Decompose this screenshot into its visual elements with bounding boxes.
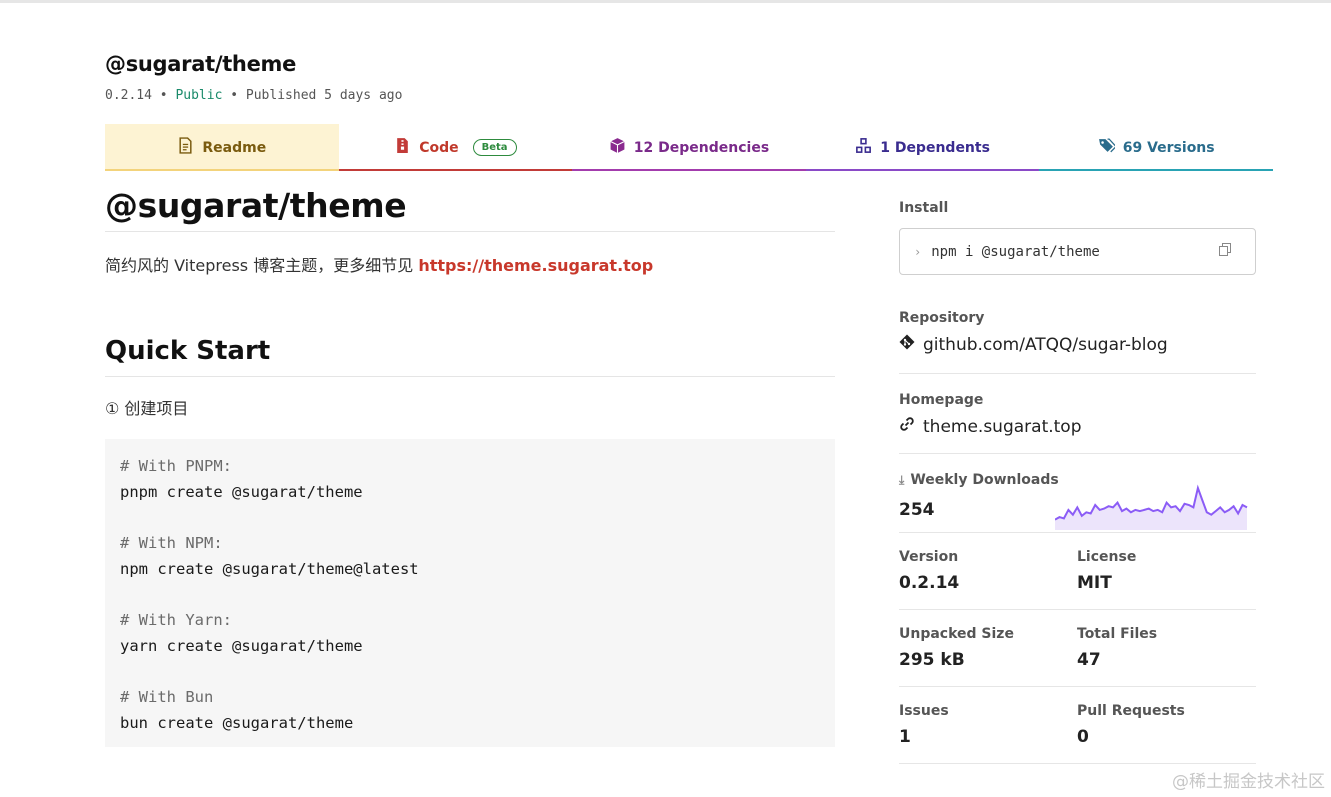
code-comment: # With NPM: (120, 534, 223, 552)
step-create-project: ① 创建项目 (105, 399, 189, 418)
stat-pull-requests[interactable]: Pull Requests 0 (1077, 703, 1255, 747)
stat-value: 0 (1077, 727, 1089, 747)
downloads-label: Weekly Downloads (910, 472, 1059, 488)
homepage-section: Homepage theme.sugarat.top (899, 392, 1256, 454)
git-icon (899, 334, 915, 355)
readme-content: @sugarat/theme 简约风的 Vitepress 博客主题，更多细节见… (105, 186, 835, 747)
boxes-icon (855, 137, 872, 158)
downloads-sparkline (1055, 484, 1248, 530)
package-tabs: Readme Code Beta 12 Dependencies 1 Depen… (105, 124, 1273, 171)
stat-label: Pull Requests (1077, 703, 1185, 719)
code-command: yarn create @sugarat/theme (120, 637, 363, 655)
stat-label: Version (899, 549, 959, 565)
homepage-link-row[interactable]: theme.sugarat.top (899, 416, 1256, 437)
tab-dependents[interactable]: 1 Dependents (805, 124, 1040, 171)
top-border (0, 0, 1331, 3)
stat-value: 47 (1077, 650, 1101, 670)
quick-start-heading: Quick Start (105, 336, 835, 377)
tab-dependencies-label: 12 Dependencies (633, 139, 770, 156)
stat-value: 0.2.14 (899, 573, 960, 593)
watermark: @稀土掘金技术社区 (1172, 772, 1325, 792)
link-icon (899, 416, 915, 437)
meta-separator: • (159, 88, 168, 103)
tab-code[interactable]: Code Beta (338, 124, 573, 171)
stat-version: Version 0.2.14 (899, 549, 1077, 593)
readme-title: @sugarat/theme (105, 186, 835, 232)
sidebar: Install › npm i @sugarat/theme Repositor… (899, 200, 1256, 764)
stats-row-issues: Issues 1 Pull Requests 0 (899, 687, 1256, 764)
package-name: @sugarat/theme (105, 52, 297, 76)
tab-code-label: Code (419, 139, 459, 156)
tab-readme[interactable]: Readme (105, 124, 339, 171)
downloads-section: ⤓ Weekly Downloads 254 (899, 472, 1256, 533)
tab-dependencies[interactable]: 12 Dependencies (572, 124, 806, 171)
stat-value: MIT (1077, 573, 1112, 593)
package-header: @sugarat/theme 0.2.14 • Public • Publish… (105, 52, 402, 103)
download-icon: ⤓ (899, 472, 905, 487)
install-command-box[interactable]: › npm i @sugarat/theme (899, 228, 1256, 275)
box-icon (609, 137, 626, 158)
stat-value: 295 kB (899, 650, 965, 670)
stat-unpacked-size: Unpacked Size 295 kB (899, 626, 1077, 670)
intro-text: 简约风的 Vitepress 博客主题，更多细节见 (105, 256, 419, 275)
visibility-badge: Public (175, 88, 223, 103)
stat-value: 1 (899, 727, 911, 747)
code-command: npm create @sugarat/theme@latest (120, 560, 419, 578)
tab-versions[interactable]: 69 Versions (1039, 124, 1273, 171)
stat-label: License (1077, 549, 1137, 565)
install-command: npm i @sugarat/theme (931, 243, 1100, 260)
package-meta: 0.2.14 • Public • Published 5 days ago (105, 88, 402, 103)
stat-issues[interactable]: Issues 1 (899, 703, 1077, 747)
stat-label: Total Files (1077, 626, 1158, 642)
package-version: 0.2.14 (105, 88, 152, 103)
tab-versions-label: 69 Versions (1122, 139, 1215, 156)
file-text-icon (177, 137, 194, 158)
install-section: Install › npm i @sugarat/theme (899, 200, 1256, 275)
stat-license: License MIT (1077, 549, 1255, 593)
stats-row-size: Unpacked Size 295 kB Total Files 47 (899, 610, 1256, 687)
meta-separator: • (230, 88, 239, 103)
stats-row-version: Version 0.2.14 License MIT (899, 533, 1256, 610)
stat-label: Unpacked Size (899, 626, 1014, 642)
repository-link[interactable]: github.com/ATQQ/sugar-blog (899, 334, 1256, 355)
published-date: Published 5 days ago (245, 88, 403, 103)
homepage-label: Homepage (899, 392, 984, 408)
chevron-right-icon: › (914, 244, 922, 259)
stat-total-files: Total Files 47 (1077, 626, 1255, 670)
tab-readme-label: Readme (202, 139, 267, 156)
repository-section: Repository github.com/ATQQ/sugar-blog (899, 310, 1256, 374)
homepage-link[interactable]: https://theme.sugarat.top (418, 256, 653, 275)
code-comment: # With PNPM: (120, 457, 232, 475)
tags-icon (1098, 137, 1117, 158)
readme-intro: 简约风的 Vitepress 博客主题，更多细节见 https://theme.… (105, 252, 835, 276)
repository-label: Repository (899, 310, 985, 326)
weekly-downloads-count: 254 (899, 500, 935, 520)
repository-url: github.com/ATQQ/sugar-blog (923, 334, 1168, 355)
homepage-url: theme.sugarat.top (923, 416, 1082, 437)
code-command: bun create @sugarat/theme (120, 714, 354, 732)
beta-badge: Beta (472, 139, 517, 156)
code-command: pnpm create @sugarat/theme (120, 483, 363, 501)
downloads-row: 254 (899, 484, 1256, 532)
install-label: Install (899, 200, 949, 216)
copy-icon[interactable] (1219, 243, 1231, 257)
file-zip-icon (394, 137, 411, 158)
code-block: # With PNPM: pnpm create @sugarat/theme … (105, 439, 835, 747)
tab-dependents-label: 1 Dependents (880, 139, 990, 156)
code-comment: # With Bun (120, 688, 214, 706)
stat-label: Issues (899, 703, 949, 719)
code-comment: # With Yarn: (120, 611, 232, 629)
